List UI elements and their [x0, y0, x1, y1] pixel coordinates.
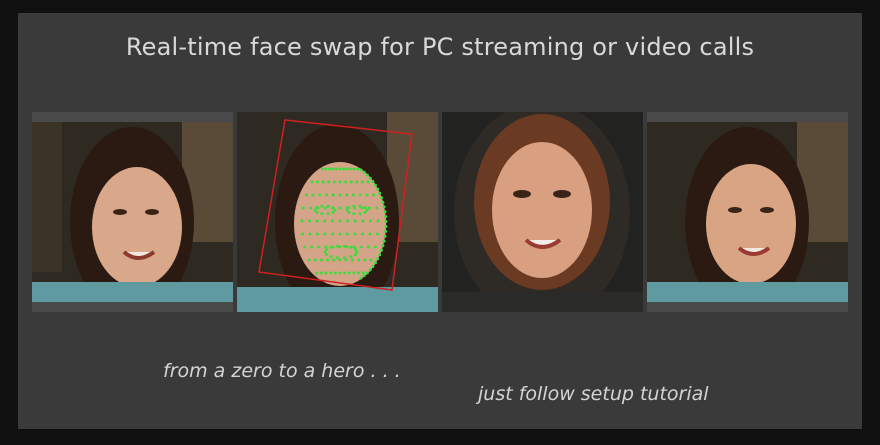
banner-frame: Real-time face swap for PC streaming or …: [18, 13, 862, 429]
generated-face-image: [442, 112, 643, 312]
banner-title: Real-time face swap for PC streaming or …: [125, 33, 755, 61]
face-swap-strip: [32, 112, 848, 312]
caption-zero-to-hero: from a zero to a hero . . .: [163, 360, 401, 382]
swapped-result-image: [647, 112, 848, 312]
source-face-image: [32, 112, 233, 312]
caption-setup-tutorial: just follow setup tutorial: [478, 383, 709, 405]
landmark-detection-image: [237, 112, 438, 312]
